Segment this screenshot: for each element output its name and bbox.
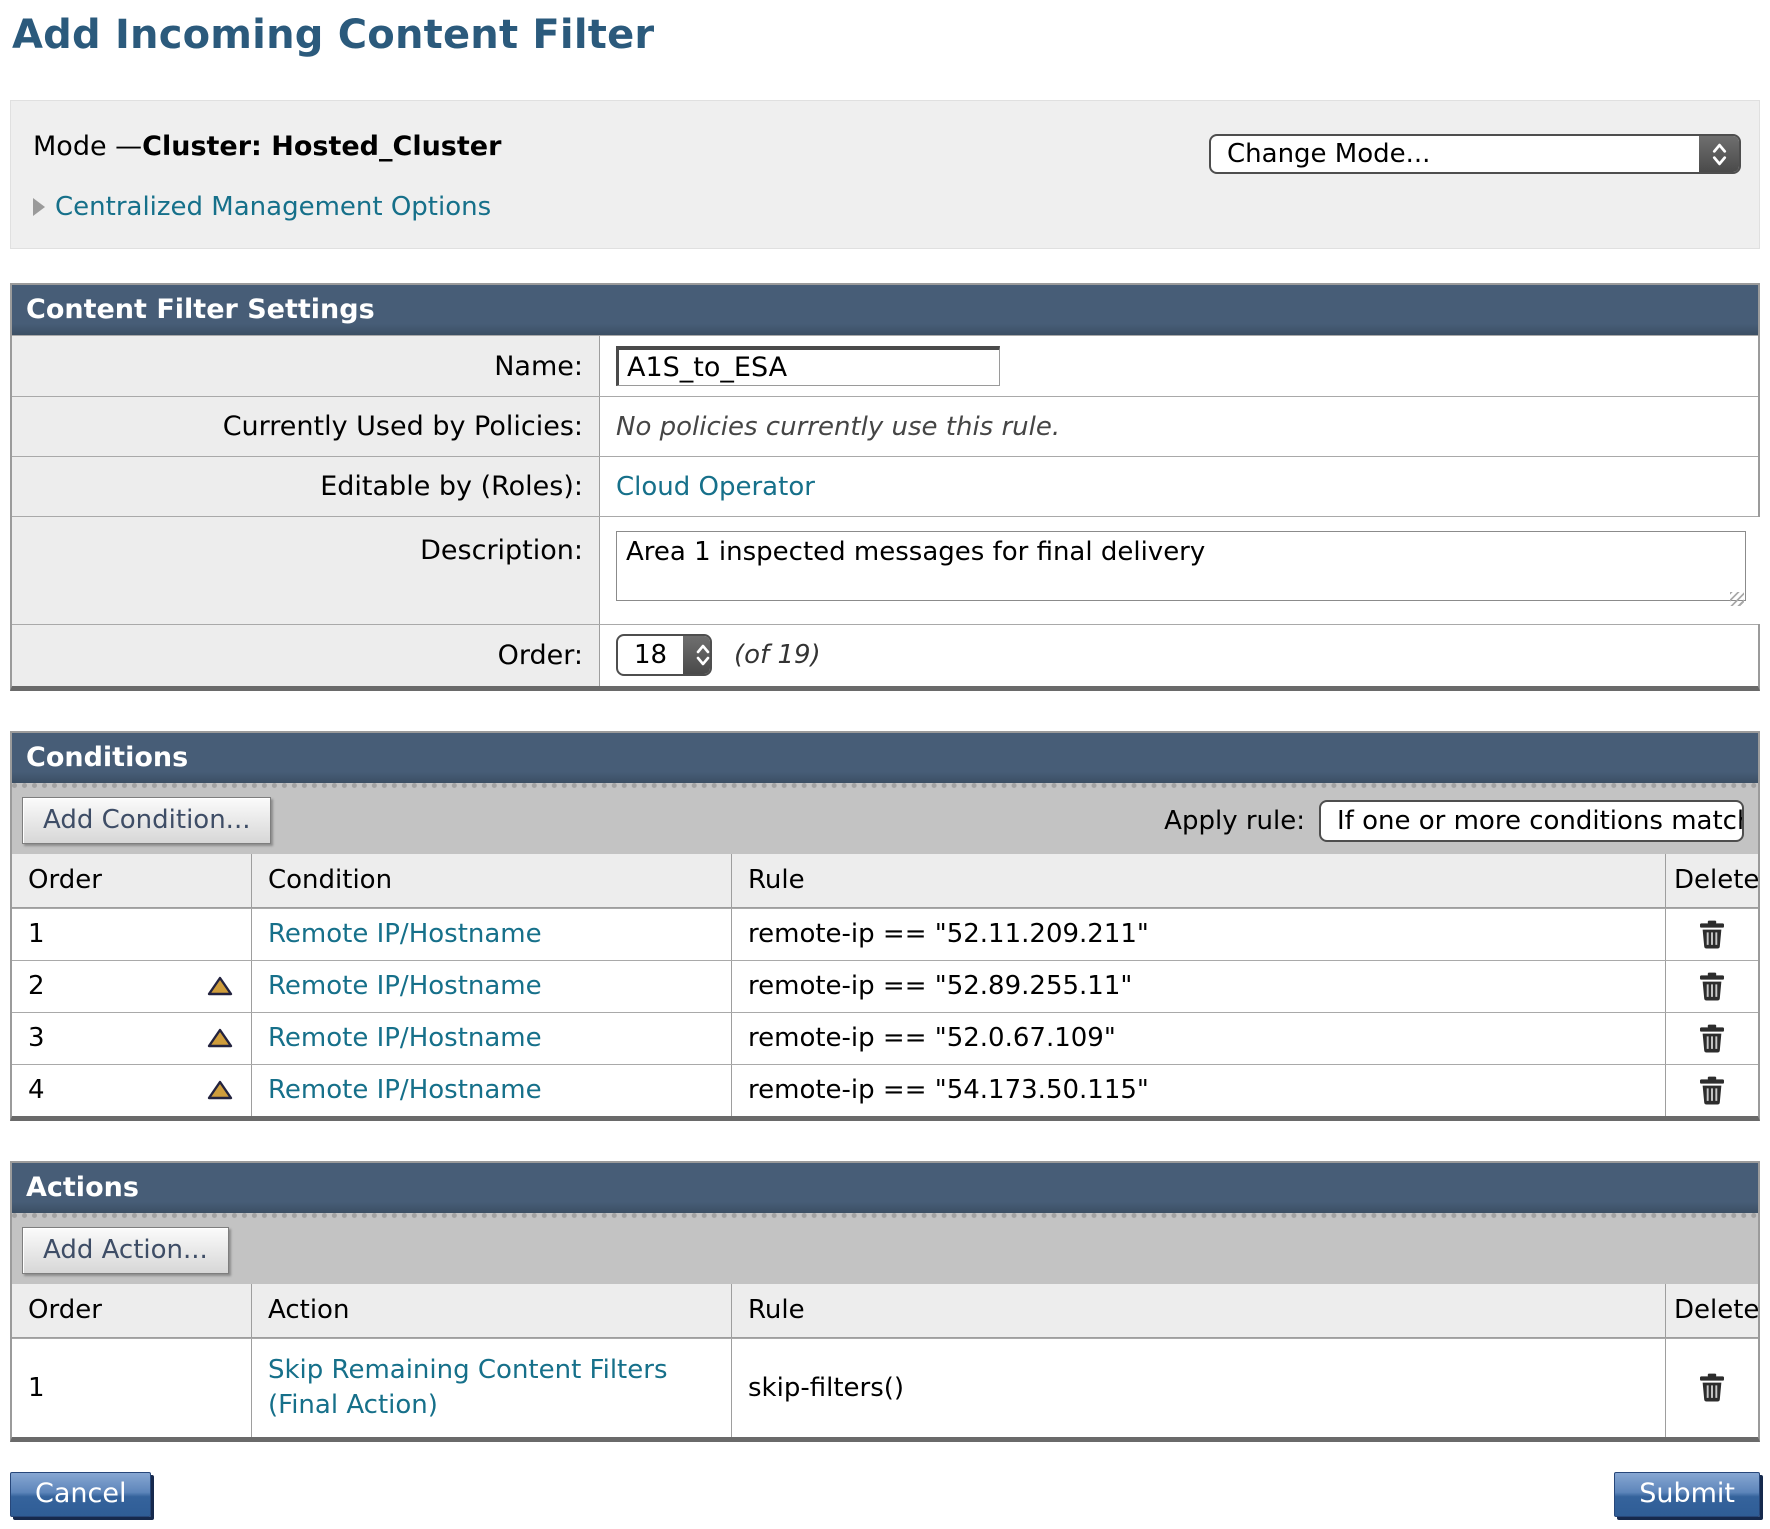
delete-button[interactable] [1698,920,1726,950]
rule-text: remote-ip == "52.0.67.109" [732,1013,1666,1064]
change-mode-select-value: Change Mode... [1211,136,1699,172]
col-header-rule: Rule [732,854,1666,908]
order-label: Order: [12,625,600,686]
delete-button[interactable] [1698,972,1726,1002]
settings-section-header: Content Filter Settings [12,285,1758,335]
mode-panel: Mode —Cluster: Hosted_Cluster Change Mod… [10,100,1760,249]
condition-link[interactable]: Remote IP/Hostname [268,1023,542,1053]
delete-button[interactable] [1698,1373,1726,1403]
col-header-condition: Condition [252,854,732,908]
content-filter-settings-section: Content Filter Settings Name: Currently … [10,283,1760,691]
footer-bar: Cancel Submit [10,1472,1760,1529]
rule-text: skip-filters() [732,1339,1666,1437]
roles-label: Editable by (Roles): [12,457,600,516]
description-label: Description: [12,517,600,624]
order-select-value: 18 [618,636,683,674]
move-up-icon[interactable] [207,1079,233,1101]
page-title: Add Incoming Content Filter [12,12,1760,58]
policies-row: Currently Used by Policies: No policies … [12,396,1758,456]
col-header-order: Order [12,854,252,908]
name-input[interactable] [616,346,1000,386]
mode-value: Cluster: Hosted_Cluster [142,131,501,162]
page: Add Incoming Content Filter Mode —Cluste… [0,0,1770,1529]
conditions-toolbar: Add Condition... Apply rule: If one or m… [12,783,1758,854]
col-header-delete: Delete [1666,854,1758,908]
cancel-button[interactable]: Cancel [10,1472,151,1517]
condition-link[interactable]: Remote IP/Hostname [268,971,542,1001]
actions-toolbar: Add Action... [12,1213,1758,1284]
row-order: 3 [28,1023,45,1053]
table-row: 1 Remote IP/Hostname remote-ip == "52.11… [12,908,1758,960]
roles-link[interactable]: Cloud Operator [616,472,815,502]
move-up-icon[interactable] [207,975,233,997]
disclosure-arrow-icon[interactable] [33,198,45,216]
apply-rule-select[interactable]: If one or more conditions match [1319,800,1744,842]
row-order: 4 [28,1075,45,1105]
rule-text: remote-ip == "52.11.209.211" [732,909,1666,960]
table-row: 2 Remote IP/Hostname remote-ip == "52.89… [12,960,1758,1012]
actions-section: Actions Add Action... Order Action Rule … [10,1161,1760,1442]
condition-link[interactable]: Remote IP/Hostname [268,1075,542,1105]
trash-icon [1698,972,1726,1002]
conditions-table-header: Order Condition Rule Delete [12,854,1758,908]
row-order: 2 [28,971,45,1001]
policies-label: Currently Used by Policies: [12,397,600,456]
col-header-delete: Delete [1666,1284,1758,1338]
policies-value: No policies currently use this rule. [616,412,1060,442]
condition-link[interactable]: Remote IP/Hostname [268,919,542,949]
submit-button[interactable]: Submit [1614,1472,1760,1517]
conditions-section: Conditions Add Condition... Apply rule: … [10,731,1760,1121]
row-order: 1 [28,919,45,949]
conditions-section-header: Conditions [12,733,1758,783]
order-total: (of 19) [734,640,821,670]
add-action-button[interactable]: Add Action... [22,1227,229,1274]
centralized-management-link[interactable]: Centralized Management Options [55,192,491,222]
order-row: Order: 18 (of 19) [12,624,1758,686]
move-up-icon[interactable] [207,1027,233,1049]
rule-text: remote-ip == "54.173.50.115" [732,1065,1666,1116]
actions-table-header: Order Action Rule Delete [12,1284,1758,1338]
roles-row: Editable by (Roles): Cloud Operator [12,456,1758,516]
trash-icon [1698,1076,1726,1106]
select-stepper-icon [1699,136,1739,172]
order-select[interactable]: 18 [616,634,712,676]
col-header-action: Action [252,1284,732,1338]
row-order: 1 [28,1373,45,1403]
description-row: Description: Area 1 inspected messages f… [12,516,1758,624]
description-textarea[interactable]: Area 1 inspected messages for final deli… [616,531,1746,601]
delete-button[interactable] [1698,1024,1726,1054]
trash-icon [1698,920,1726,950]
col-header-order: Order [12,1284,252,1338]
change-mode-select[interactable]: Change Mode... [1209,134,1741,174]
table-row: 3 Remote IP/Hostname remote-ip == "52.0.… [12,1012,1758,1064]
delete-button[interactable] [1698,1076,1726,1106]
table-row: 4 Remote IP/Hostname remote-ip == "54.17… [12,1064,1758,1116]
trash-icon [1698,1024,1726,1054]
name-row: Name: [12,335,1758,396]
actions-section-header: Actions [12,1163,1758,1213]
select-stepper-icon [683,636,712,674]
rule-text: remote-ip == "52.89.255.11" [732,961,1666,1012]
apply-rule-select-value: If one or more conditions match [1321,802,1744,840]
name-label: Name: [12,336,600,396]
action-link[interactable]: Skip Remaining Content Filters (Final Ac… [268,1353,719,1423]
trash-icon [1698,1373,1726,1403]
add-condition-button[interactable]: Add Condition... [22,797,271,844]
col-header-rule: Rule [732,1284,1666,1338]
mode-label: Mode — [33,131,142,162]
apply-rule-label: Apply rule: [1164,806,1305,836]
table-row: 1 Skip Remaining Content Filters (Final … [12,1338,1758,1437]
